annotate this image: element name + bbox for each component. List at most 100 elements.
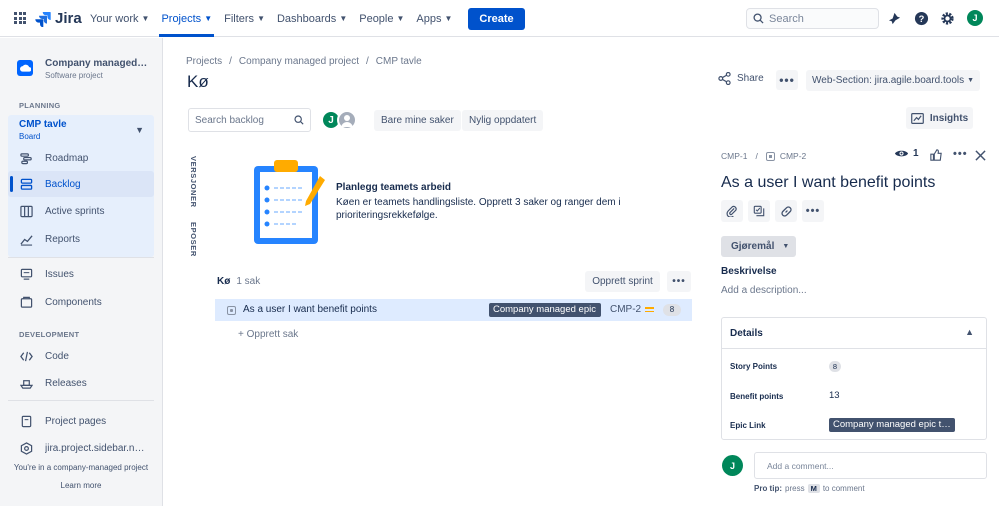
filter-recently-updated[interactable]: Nylig oppdatert [462, 110, 544, 131]
create-sprint-button[interactable]: Opprett sprint [585, 271, 660, 292]
attach-icon[interactable] [721, 200, 743, 222]
svg-text:?: ? [918, 13, 924, 23]
status-dropdown[interactable]: Gjøremål ▼ [721, 236, 796, 257]
story-points-badge: 8 [663, 304, 681, 316]
create-issue-button[interactable]: + Opprett sak [238, 329, 298, 340]
status-label: Gjøremål [731, 241, 775, 252]
nav-your-work[interactable]: Your work ▼ [84, 0, 155, 37]
parent-issue-key[interactable]: CMP-1 [721, 151, 747, 161]
epics-tab[interactable]: EPOSER [189, 222, 198, 257]
sidebar-footer-text: You're in a company-managed project [13, 463, 149, 472]
filter-only-my-issues[interactable]: Bare mine saker [374, 110, 461, 131]
details-divider [722, 348, 986, 349]
web-section-dropdown[interactable]: Web-Section: jira.agile.board.tools ▼ [806, 70, 981, 91]
details-heading[interactable]: Details [730, 328, 763, 339]
nav-projects[interactable]: Projects ▼ [155, 0, 218, 37]
sidebar-item-label: Code [45, 350, 69, 362]
project-name: Company managed project [45, 58, 150, 69]
sidebar-item-issues[interactable]: Issues [8, 261, 154, 287]
project-type: Software project [45, 71, 103, 80]
search-icon [294, 115, 304, 125]
nav-label: Apps [416, 12, 442, 25]
board-selector[interactable]: CMP tavle Board [19, 119, 67, 141]
backlog-more-icon[interactable]: ••• [667, 271, 691, 292]
chevron-down-icon: ▼ [782, 243, 790, 250]
caret-down-icon: ▼ [967, 77, 975, 84]
nav-filters[interactable]: Filters ▼ [218, 0, 271, 37]
project-header[interactable]: Company managed project Software project [17, 58, 150, 80]
sidebar-item-code[interactable]: Code [8, 343, 154, 369]
insights-chart-icon [910, 112, 924, 124]
jira-logo[interactable]: Jira [35, 10, 82, 27]
global-search[interactable] [746, 8, 879, 29]
benefit-points-value[interactable]: 13 [829, 390, 840, 401]
roadmap-icon [19, 151, 33, 165]
sidebar-item-label: Issues [45, 268, 74, 280]
epic-link-value[interactable]: Company managed epic test [829, 418, 955, 432]
issue-title[interactable]: As a user I want benefit points [721, 174, 935, 192]
chevron-up-icon[interactable]: ▲ [965, 327, 974, 337]
code-icon [19, 349, 33, 363]
nav-dashboards[interactable]: Dashboards ▼ [271, 0, 353, 37]
breadcrumb-projects[interactable]: Projects [186, 56, 222, 67]
sidebar-item-reports[interactable]: Reports [8, 226, 154, 252]
issue-key[interactable]: CMP-2 [610, 304, 641, 315]
primary-nav: Your work ▼ Projects ▼ Filters ▼ Dashboards… [84, 0, 525, 37]
description-field[interactable]: Add a description... [721, 285, 807, 296]
comment-input[interactable] [767, 460, 967, 471]
eye-icon [894, 150, 909, 157]
thumbs-up-icon[interactable] [930, 149, 942, 161]
sidebar-item-roadmap[interactable]: Roadmap [8, 145, 154, 171]
watch-button[interactable]: 1 [894, 148, 919, 159]
issue-key[interactable]: CMP-2 [780, 151, 806, 161]
detail-more-icon[interactable]: ••• [953, 148, 968, 160]
nav-label: Your work [90, 12, 139, 25]
more-actions-icon[interactable]: ••• [802, 200, 824, 222]
backlog-icon [19, 177, 33, 191]
share-button[interactable]: Share [718, 72, 764, 85]
table-row[interactable]: As a user I want benefit points Company … [215, 299, 692, 321]
nav-people[interactable]: People ▼ [353, 0, 410, 37]
epic-lozenge[interactable]: Company managed epic [489, 303, 601, 317]
close-icon[interactable] [975, 150, 986, 161]
learn-more-link[interactable]: Learn more [0, 481, 162, 490]
link-issue-icon[interactable] [775, 200, 797, 222]
breadcrumb-project[interactable]: Company managed project [239, 56, 359, 67]
backlog-search[interactable] [188, 108, 311, 132]
profile-avatar[interactable]: J [967, 10, 983, 26]
nav-apps[interactable]: Apps ▼ [410, 0, 458, 37]
sidebar-item-backlog[interactable]: Backlog [8, 171, 154, 197]
versions-tab[interactable]: VERSJONER [189, 156, 198, 208]
unassigned-avatar-icon[interactable] [337, 110, 357, 130]
chevron-down-icon: ▼ [444, 14, 453, 23]
help-icon[interactable]: ? [913, 10, 929, 26]
child-issue-icon[interactable] [748, 200, 770, 222]
global-search-input[interactable] [769, 12, 869, 25]
sidebar-item-project-pages[interactable]: Project pages [8, 408, 154, 434]
sidebar-item-active-sprints[interactable]: Active sprints [8, 198, 154, 224]
board-more-icon[interactable]: ••• [776, 70, 798, 90]
insights-button[interactable]: Insights [906, 107, 973, 129]
notifications-icon[interactable] [886, 10, 902, 26]
sidebar-item-plugin[interactable]: jira.project.sidebar.navigation [8, 435, 154, 461]
breadcrumb-separator: / [229, 56, 232, 67]
issues-icon [19, 267, 33, 281]
sidebar-item-components[interactable]: Components [8, 289, 154, 315]
nav-label: Filters [224, 12, 255, 25]
comment-box[interactable] [754, 452, 987, 479]
story-points-label: Story Points [730, 362, 778, 371]
commenter-avatar: J [722, 455, 743, 476]
settings-gear-icon[interactable] [939, 10, 955, 26]
app-switcher-icon[interactable] [14, 12, 26, 24]
story-points-value[interactable]: 8 [829, 361, 841, 372]
page-title: Kø [187, 72, 209, 91]
create-button[interactable]: Create [468, 7, 525, 30]
chevron-down-icon[interactable]: ▼ [135, 125, 144, 135]
sidebar-item-label: Components [45, 296, 102, 308]
sidebar-item-releases[interactable]: Releases [8, 370, 154, 396]
nav-label: Dashboards [276, 12, 337, 25]
breadcrumb-board[interactable]: CMP tavle [376, 56, 422, 67]
board-name: CMP tavle [19, 119, 67, 130]
backlog-search-input[interactable] [195, 114, 291, 126]
pro-tip-post: to comment [822, 484, 865, 493]
